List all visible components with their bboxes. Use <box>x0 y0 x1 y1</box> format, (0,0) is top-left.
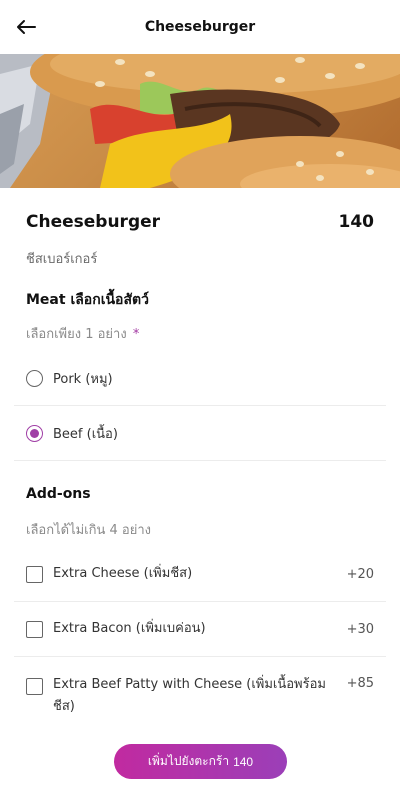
radio-unchecked-icon[interactable] <box>26 369 43 387</box>
top-bar: Cheeseburger <box>0 0 400 54</box>
addon-label: Extra Cheese (เพิ่มชีส) <box>53 566 193 581</box>
meat-option-beef[interactable]: Beef (เนื้อ) <box>14 406 386 461</box>
addon-label: Extra Beef Patty with Cheese (เพิ่มเนื้อ… <box>53 677 326 714</box>
addons-group-subtitle: เลือกได้ไม่เกิน 4 อย่าง <box>26 523 151 538</box>
product-subname: ชีสเบอร์เกอร์ <box>26 252 98 267</box>
radio-checked-icon[interactable] <box>26 424 43 442</box>
checkbox-icon[interactable] <box>26 620 43 638</box>
addon-extra-bacon[interactable]: Extra Bacon (เพิ่มเบค่อน) +30 <box>14 602 386 657</box>
addons-group-title: Add-ons <box>26 486 91 502</box>
page-title: Cheeseburger <box>144 19 256 35</box>
back-button[interactable] <box>12 13 40 41</box>
meat-option-pork[interactable]: Pork (หมู) <box>14 351 386 406</box>
add-to-cart-button[interactable]: เพิ่มไปยังตะกร้า 140 <box>114 744 287 779</box>
meat-group-title: Meat เลือกเนื้อสัตว์ <box>26 292 149 308</box>
addon-price: +20 <box>346 566 374 582</box>
checkbox-icon[interactable] <box>26 565 43 583</box>
add-to-cart-price: 140 <box>233 754 254 769</box>
meat-group-subtitle-text: เลือกเพียง 1 อย่าง <box>26 327 127 342</box>
meat-group-subtitle: เลือกเพียง 1 อย่าง * <box>26 323 139 344</box>
option-label: Beef (เนื้อ) <box>53 426 118 442</box>
product-name: Cheeseburger <box>26 212 161 232</box>
addon-price: +85 <box>346 676 374 691</box>
product-image <box>0 54 400 188</box>
product-detail-screen: Cheeseburger Cheeseburger 140 ชีสเบอร์เก… <box>0 0 400 796</box>
addon-price: +30 <box>346 621 374 637</box>
arrow-left-icon <box>17 20 36 34</box>
addon-extra-cheese[interactable]: Extra Cheese (เพิ่มชีส) +20 <box>14 547 386 602</box>
addon-label: Extra Bacon (เพิ่มเบค่อน) <box>53 621 206 636</box>
checkbox-icon[interactable] <box>26 678 43 695</box>
required-mark: * <box>132 327 140 342</box>
product-title-row: Cheeseburger 140 <box>26 212 374 232</box>
option-label: Pork (หมู) <box>53 371 113 387</box>
addon-extra-beef-patty[interactable]: Extra Beef Patty with Cheese (เพิ่มเนื้อ… <box>14 676 386 746</box>
add-to-cart-label: เพิ่มไปยังตะกร้า <box>147 754 230 768</box>
product-price: 140 <box>338 212 375 232</box>
